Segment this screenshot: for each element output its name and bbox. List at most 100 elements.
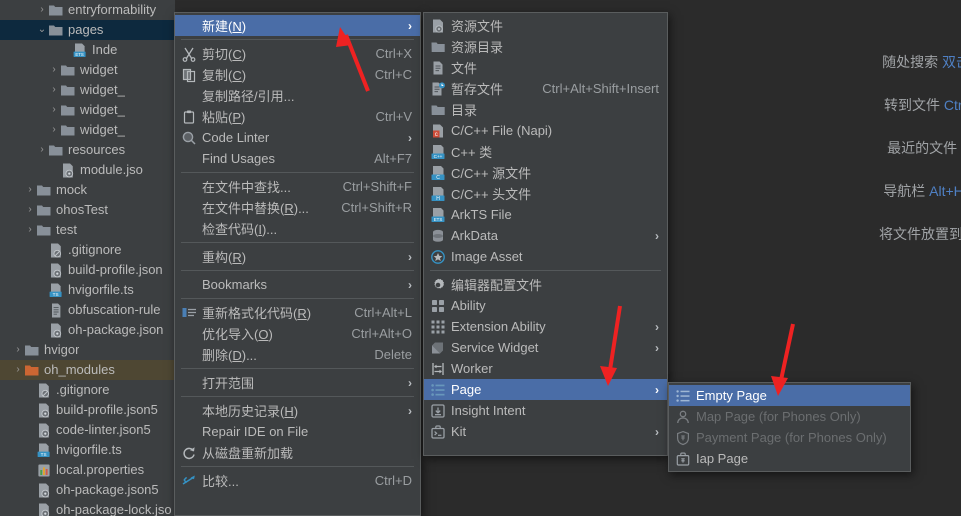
tree-item-oh-package-json5[interactable]: oh-package.json5 [0, 480, 175, 500]
new-submenu[interactable]: 资源文件 资源目录文件暂存文件 Ctrl+Alt+Shift+Insert 目录 c C/… [423, 12, 668, 456]
tree-item-label: Inde [92, 42, 118, 57]
page-submenu[interactable]: Empty Page Map Page (for Phones Only) Paym… [668, 382, 911, 472]
context-menu-item-r[interactable]: 重新格式化代码(R) Ctrl+Alt+L [175, 302, 420, 323]
new-submenu-item-[interactable]: 目录 [424, 99, 667, 120]
tree-item-mock[interactable]: › mock [0, 180, 175, 200]
tree-item-widget[interactable]: › widget_ [0, 80, 175, 100]
tree-item-oh-package-json[interactable]: oh-package.json [0, 320, 175, 340]
tree-item-widget[interactable]: › widget_ [0, 120, 175, 140]
new-submenu-item-extension-ability[interactable]: Extension Ability › [424, 316, 667, 337]
new-submenu-item-service-widget[interactable]: Service Widget › [424, 337, 667, 358]
chevron-right-icon[interactable]: › [24, 180, 36, 200]
context-menu-item-find-usages[interactable]: Find Usages Alt+F7 [175, 148, 420, 169]
tree-item-test[interactable]: › test [0, 220, 175, 240]
context-menu-item-p[interactable]: 粘贴(P) Ctrl+V [175, 106, 420, 127]
tree-item-module-jso[interactable]: module.jso [0, 160, 175, 180]
context-menu[interactable]: 新建(N) › 剪切(C) Ctrl+X 复制(C) Ctrl+C 复制路径/引用... 粘贴… [174, 12, 421, 516]
context-menu-item-[interactable]: 在文件中查找... Ctrl+Shift+F [175, 176, 420, 197]
tree-item-entryformability[interactable]: › entryformability [0, 0, 175, 20]
ets-file-icon: ETS [430, 207, 448, 223]
chevron-right-icon[interactable]: › [24, 200, 36, 220]
tree-item-label: pages [68, 22, 104, 37]
chevron-right-icon[interactable]: › [48, 120, 60, 140]
chevron-right-icon[interactable]: › [36, 140, 48, 160]
tree-item-gitignore[interactable]: .gitignore [0, 240, 175, 260]
chevron-down-icon[interactable]: ⌄ [36, 20, 48, 40]
chevron-right-icon[interactable]: › [48, 100, 60, 120]
chevron-right-icon[interactable]: › [36, 0, 48, 20]
chevron-right-icon: › [408, 375, 412, 390]
tree-item-widget[interactable]: › widget_ [0, 100, 175, 120]
new-submenu-item-insight-intent[interactable]: Insight Intent [424, 400, 667, 421]
new-submenu-item-arkdata[interactable]: ArkData › [424, 225, 667, 246]
tree-item-gitignore[interactable]: .gitignore [0, 380, 175, 400]
new-submenu-item-[interactable]: 资源文件 [424, 15, 667, 36]
new-submenu-item-[interactable]: 暂存文件 Ctrl+Alt+Shift+Insert [424, 78, 667, 99]
context-menu-item-[interactable]: 比较... Ctrl+D [175, 470, 420, 491]
new-submenu-item-c-c-file-napi[interactable]: c C/C++ File (Napi) [424, 120, 667, 141]
context-menu-item-r[interactable]: 在文件中替换(R)... Ctrl+Shift+R [175, 197, 420, 218]
tree-item-code-linter-json5[interactable]: code-linter.json5 [0, 420, 175, 440]
tree-item-label: .gitignore [56, 382, 110, 397]
tree-item-hvigorfile-ts[interactable]: TS hvigorfile.ts [0, 280, 175, 300]
new-submenu-item-c-c[interactable]: H C/C++ 头文件 [424, 183, 667, 204]
context-menu-item-d[interactable]: 删除(D)... Delete [175, 344, 420, 365]
tree-item-ohostest[interactable]: › ohosTest [0, 200, 175, 220]
chevron-right-icon[interactable]: › [12, 340, 24, 360]
context-menu-item-[interactable]: 打开范围 › [175, 372, 420, 393]
menu-item-label: 检查代码(I)... [202, 222, 278, 237]
new-submenu-item-arkts-file[interactable]: ETS ArkTS File [424, 204, 667, 225]
chevron-right-icon[interactable]: › [48, 60, 60, 80]
new-submenu-item-kit[interactable]: Kit › [424, 421, 667, 442]
new-submenu-item-worker[interactable]: Worker [424, 358, 667, 379]
page-submenu-item-empty-page[interactable]: Empty Page [669, 385, 910, 406]
menu-item-label: 文件 [451, 61, 478, 76]
menu-item-label: Code Linter [202, 130, 270, 145]
json-file-icon [48, 263, 64, 278]
tree-item-build-profile-json[interactable]: build-profile.json [0, 260, 175, 280]
context-menu-item-bookmarks[interactable]: Bookmarks › [175, 274, 420, 295]
tree-item-oh-package-lock-jso[interactable]: oh-package-lock.jso [0, 500, 175, 516]
context-menu-item-c[interactable]: 复制(C) Ctrl+C [175, 64, 420, 85]
context-menu-item-code-linter[interactable]: Code Linter › [175, 127, 420, 148]
chevron-right-icon[interactable]: › [12, 360, 24, 380]
context-menu-item-repair-ide-on-file[interactable]: Repair IDE on File [175, 421, 420, 442]
tree-item-oh-modules[interactable]: › oh_modules [0, 360, 175, 380]
menu-item-label: Empty Page [696, 388, 767, 403]
context-menu-item-n[interactable]: 新建(N) › [175, 15, 420, 36]
new-submenu-item-page[interactable]: Page › [424, 379, 667, 400]
context-menu-item-i[interactable]: 检查代码(I)... [175, 218, 420, 239]
tree-item-obfuscation-rule[interactable]: obfuscation-rule [0, 300, 175, 320]
tree-item-widget[interactable]: › widget [0, 60, 175, 80]
new-submenu-item-ability[interactable]: Ability [424, 295, 667, 316]
context-menu-item-h[interactable]: 本地历史记录(H) › [175, 400, 420, 421]
new-submenu-item-c[interactable]: C++ C++ 类 [424, 141, 667, 162]
menu-item-label: 从磁盘重新加载 [202, 446, 294, 461]
svg-text:TS: TS [53, 292, 59, 297]
svg-text:C: C [436, 175, 440, 181]
new-submenu-item-image-asset[interactable]: Image Asset [424, 246, 667, 267]
tree-item-inde[interactable]: ETS Inde [0, 40, 175, 60]
context-menu-item-[interactable]: 复制路径/引用... [175, 85, 420, 106]
chevron-right-icon[interactable]: › [48, 80, 60, 100]
tree-item-hvigor[interactable]: › hvigor [0, 340, 175, 360]
kit-icon [430, 424, 448, 440]
menu-separator [181, 39, 414, 40]
tree-item-build-profile-json5[interactable]: build-profile.json5 [0, 400, 175, 420]
tree-item-hvigorfile-ts[interactable]: TS hvigorfile.ts [0, 440, 175, 460]
tree-item-resources[interactable]: › resources [0, 140, 175, 160]
json-file-icon [36, 503, 52, 516]
new-submenu-item-[interactable]: 文件 [424, 57, 667, 78]
new-submenu-item-[interactable]: 编辑器配置文件 [424, 274, 667, 295]
project-tree-panel[interactable]: › entryformability ⌄ pages ETS Inde › widget › wi… [0, 0, 175, 516]
page-submenu-item-iap-page[interactable]: Iap Page [669, 448, 910, 469]
context-menu-item-o[interactable]: 优化导入(O) Ctrl+Alt+O [175, 323, 420, 344]
context-menu-item-r[interactable]: 重构(R) › [175, 246, 420, 267]
new-submenu-item-c-c[interactable]: C C/C++ 源文件 [424, 162, 667, 183]
context-menu-item-c[interactable]: 剪切(C) Ctrl+X [175, 43, 420, 64]
tree-item-local-properties[interactable]: local.properties [0, 460, 175, 480]
context-menu-item-[interactable]: 从磁盘重新加载 [175, 442, 420, 463]
tree-item-pages[interactable]: ⌄ pages [0, 20, 175, 40]
chevron-right-icon[interactable]: › [24, 220, 36, 240]
new-submenu-item-[interactable]: 资源目录 [424, 36, 667, 57]
